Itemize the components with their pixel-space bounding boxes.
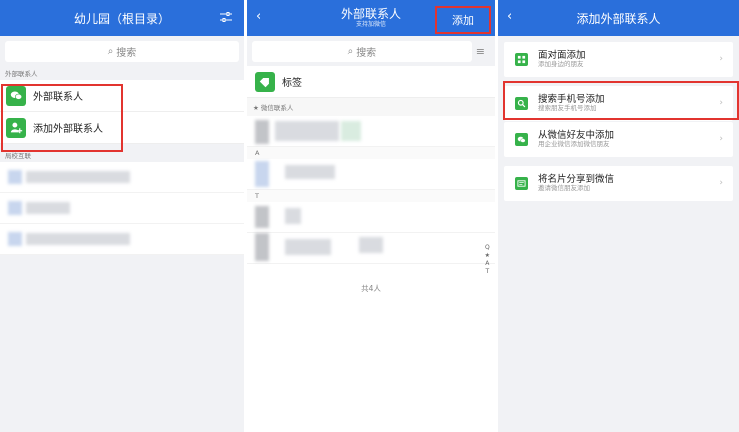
search-input[interactable]: ⌕ 搜索 (5, 41, 239, 62)
option-face-to-face[interactable]: 面对面添加 添加身边的朋友 › (504, 42, 733, 77)
search-placeholder: 搜索 (356, 48, 377, 59)
qr-icon (515, 53, 528, 66)
back-icon[interactable]: ‹ (507, 9, 512, 24)
list-item[interactable] (0, 193, 244, 224)
card-icon (515, 177, 528, 190)
header-bar: ‹ 添加外部联系人 (498, 0, 739, 36)
option-desc: 添加身边的朋友 (538, 60, 584, 69)
option-wechat-friends[interactable]: 从微信好友中添加 用企业微信添加微信朋友 › (504, 122, 733, 157)
option-desc: 邀请微信朋友添加 (538, 184, 590, 193)
header-bar: ‹ 外部联系人 支持加微信 添加 (247, 0, 495, 36)
contact-count: 共4人 (361, 284, 381, 293)
add-button[interactable]: 添加 (435, 6, 491, 34)
chevron-right-icon: › (719, 178, 723, 188)
page-title: 幼儿园（根目录） (73, 11, 170, 26)
list-item[interactable] (0, 162, 244, 193)
contact-row[interactable] (247, 202, 495, 233)
add-button-label: 添加 (452, 14, 474, 27)
contact-row[interactable] (247, 233, 495, 264)
index-star[interactable]: ★ (485, 252, 490, 260)
alphabet-index[interactable]: Q ★ A T (485, 244, 490, 276)
tags-item[interactable]: 标签 (247, 66, 495, 98)
page-subtitle: 支持加微信 (355, 20, 386, 28)
tag-icon (255, 71, 275, 92)
section-label-external: 外部联系人 (5, 70, 38, 78)
search-input[interactable]: ⌕ 搜索 (252, 41, 472, 62)
screen-add-external-contact: ‹ 添加外部联系人 面对面添加 添加身边的朋友 › 搜索手机号添加 搜索朋友手机… (498, 0, 739, 432)
index-letter-a: A (247, 147, 495, 159)
page-title: 添加外部联系人 (576, 11, 661, 26)
wechat-contacts-header: ★ 微信联系人 (247, 98, 495, 116)
index-q[interactable]: Q (485, 244, 490, 252)
wechat-icon (515, 133, 528, 146)
chevron-right-icon: › (719, 134, 723, 144)
highlight-box-search-phone (503, 81, 739, 120)
contact-row[interactable] (247, 159, 495, 190)
search-placeholder: 搜索 (116, 48, 137, 59)
search-icon: ⌕ (107, 46, 114, 57)
screen-org-directory: 幼儿园（根目录） ⌕ 搜索 外部联系人 外部联系人 添加外部联系人 局校互联 (0, 0, 244, 432)
option-share-card[interactable]: 将名片分享到微信 邀请微信朋友添加 › (504, 166, 733, 201)
option-desc: 用企业微信添加微信朋友 (538, 140, 610, 149)
settings-sliders-icon[interactable] (220, 12, 232, 22)
highlight-box-external (1, 84, 123, 152)
screen-external-contacts: ‹ 外部联系人 支持加微信 添加 ⌕ 搜索 ≡ 标签 ★ 微信联系人 A T Q… (247, 0, 495, 432)
index-letter-t: T (247, 190, 495, 202)
list-item[interactable] (0, 224, 244, 255)
back-icon[interactable]: ‹ (256, 9, 261, 24)
search-icon: ⌕ (347, 46, 354, 57)
tags-label: 标签 (282, 78, 302, 89)
index-a[interactable]: A (485, 260, 489, 268)
chevron-right-icon: › (719, 54, 723, 64)
sort-icon[interactable]: ≡ (476, 45, 485, 58)
contact-row[interactable] (247, 116, 495, 147)
index-t[interactable]: T (485, 268, 489, 276)
header-bar: 幼儿园（根目录） (0, 0, 244, 36)
page-title: 外部联系人 (340, 6, 401, 21)
